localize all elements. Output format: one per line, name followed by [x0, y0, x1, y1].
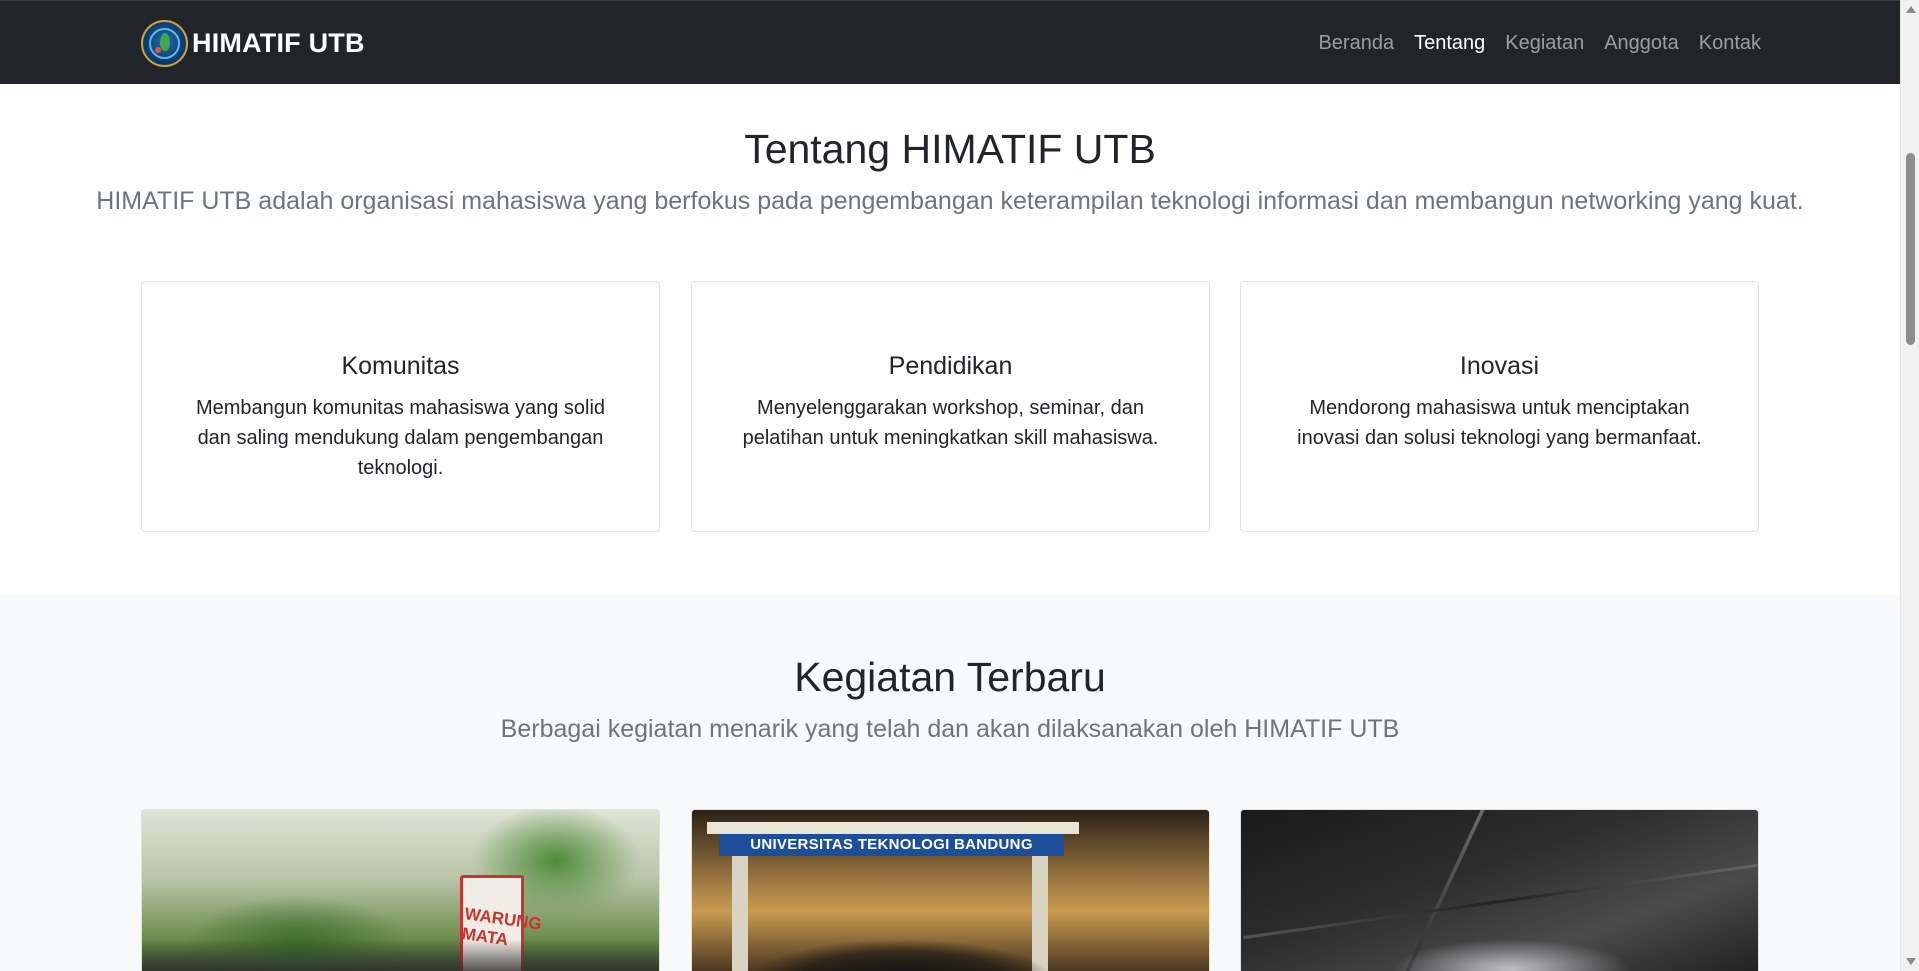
card-text: Mendorong mahasiswa untuk menciptakan in… [1297, 397, 1702, 449]
about-lead: HIMATIF UTB adalah organisasi mahasiswa … [96, 187, 1804, 215]
page-viewport: HIMATIF UTB Beranda Tentang Kegiatan Ang… [0, 0, 1900, 971]
himatif-logo-icon [141, 19, 188, 67]
card-text: Membangun komunitas mahasiswa yang solid… [195, 397, 606, 479]
about-section: Tentang HIMATIF UTB HIMATIF UTB adalah o… [0, 84, 1900, 594]
nav-link-beranda[interactable]: Beranda [1308, 32, 1404, 55]
page-scrollbar[interactable] [1900, 0, 1919, 971]
nav-links: Beranda Tentang Kegiatan Anggota Kontak [1308, 1, 1771, 85]
about-title: Tentang HIMATIF UTB [744, 126, 1156, 172]
card-title: Inovasi [1459, 352, 1540, 380]
nav-link-anggota[interactable]: Anggota [1594, 32, 1689, 55]
navbar: HIMATIF UTB Beranda Tentang Kegiatan Ang… [0, 0, 1900, 84]
scroll-up-arrow-icon[interactable] [1906, 6, 1916, 13]
activity-photo-3[interactable] [1240, 809, 1759, 971]
activity-photo-1[interactable]: WARUNG MATA [141, 809, 660, 971]
activities-section: Kegiatan Terbaru Berbagai kegiatan menar… [0, 594, 1900, 971]
nav-link-kegiatan[interactable]: Kegiatan [1495, 32, 1594, 55]
nav-link-kontak[interactable]: Kontak [1689, 32, 1771, 55]
scroll-thumb[interactable] [1906, 153, 1915, 345]
card-text: Menyelenggarakan workshop, seminar, dan … [742, 397, 1159, 449]
card-komunitas: Komunitas Membangun komunitas mahasiswa … [141, 281, 660, 532]
scroll-down-arrow-icon[interactable] [1906, 958, 1916, 965]
brand-name: HIMATIF UTB [192, 27, 365, 58]
card-inovasi: Inovasi Mendorong mahasiswa untuk mencip… [1240, 281, 1759, 532]
card-pendidikan: Pendidikan Menyelenggarakan workshop, se… [691, 281, 1210, 532]
activity-photo-2[interactable]: UNIVERSITAS TEKNOLOGI BANDUNG [691, 809, 1210, 971]
activities-title: Kegiatan Terbaru [794, 654, 1106, 700]
nav-link-tentang[interactable]: Tentang [1404, 32, 1495, 55]
card-title: Pendidikan [888, 352, 1013, 380]
navbar-brand[interactable]: HIMATIF UTB [141, 18, 365, 68]
photo-banner: UNIVERSITAS TEKNOLOGI BANDUNG [719, 834, 1064, 856]
activities-lead: Berbagai kegiatan menarik yang telah dan… [500, 715, 1400, 743]
card-title: Komunitas [341, 352, 460, 380]
